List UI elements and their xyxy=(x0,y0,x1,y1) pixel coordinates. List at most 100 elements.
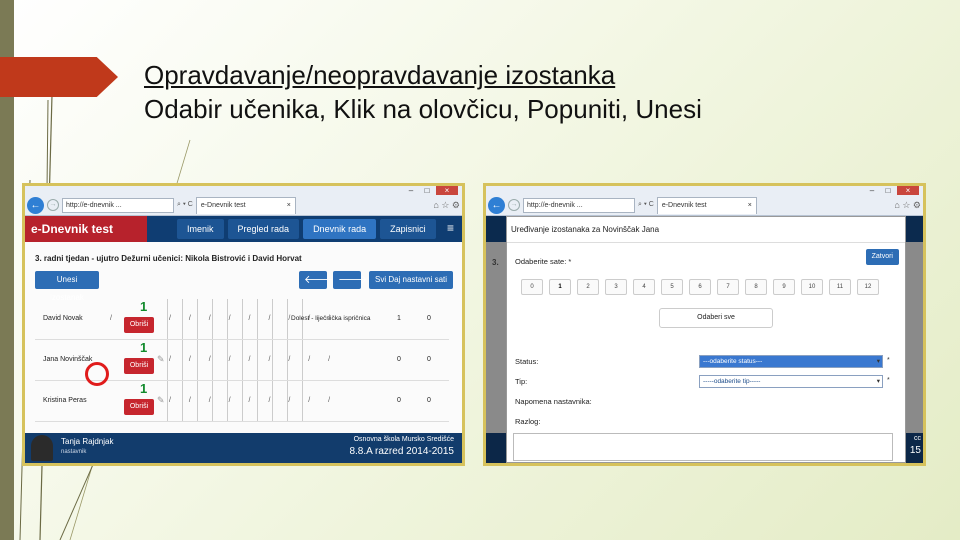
dimmed-week-number: 3. xyxy=(492,258,499,267)
browser-tab[interactable]: e-Dnevnik test × xyxy=(656,196,757,214)
period-selector: 0 1 2 3 4 5 6 7 8 9 10 11 12 xyxy=(521,279,879,295)
table-row[interactable]: David Novak / 1 Obriši / / / / / / / / /… xyxy=(35,299,449,340)
excused-count: 0 xyxy=(397,356,401,363)
tab-title: e-Dnevnik test xyxy=(661,201,707,209)
school-name: Osnovna škola Mursko Središće xyxy=(353,436,454,443)
status-select-value: ---odaberite status--- xyxy=(703,358,763,365)
browser-bar: – □ × ← → http://e-dnevnik ... ⌕ ▾ C e-D… xyxy=(25,186,462,216)
status-label: Status: xyxy=(515,357,539,366)
toolbar-icons[interactable]: ⌂ ☆ ⚙ xyxy=(894,200,921,211)
row-mark: / xyxy=(110,315,112,322)
title-line-2: Odabir učenika, Klik na olovčicu, Popuni… xyxy=(144,94,702,124)
period-button-selected[interactable]: 1 xyxy=(549,279,571,295)
period-button[interactable]: 10 xyxy=(801,279,823,295)
hamburger-menu-icon[interactable]: ≡ xyxy=(447,221,454,235)
nav-dnevnik-rada[interactable]: Dnevnik rada xyxy=(303,219,377,239)
back-icon[interactable]: ← xyxy=(488,196,505,214)
browser-tab[interactable]: e-Dnevnik test × xyxy=(195,196,296,214)
maximize-icon[interactable]: □ xyxy=(420,186,434,195)
app-footer: Tanja Rajdnjak nastavnik Osnovna škola M… xyxy=(25,433,462,463)
period-button[interactable]: 3 xyxy=(605,279,627,295)
select-all-button[interactable]: Odaberi sve xyxy=(659,308,773,328)
address-bar[interactable]: http://e-dnevnik ... xyxy=(62,197,174,213)
modal-title: Uređivanje izostanaka za Novinščak Jana xyxy=(511,225,660,234)
title-line-1: Opravdavanje/neopravdavanje izostanka xyxy=(144,60,616,90)
tip-select[interactable]: -----odaberite tip----- ▾ xyxy=(699,375,883,388)
forward-icon[interactable]: → xyxy=(508,199,520,211)
delete-button[interactable]: Obriši xyxy=(124,399,154,415)
period-button[interactable]: 6 xyxy=(689,279,711,295)
period-button[interactable]: 9 xyxy=(773,279,795,295)
highlight-circle xyxy=(85,362,109,386)
toolbar-icons[interactable]: ⌂ ☆ ⚙ xyxy=(433,200,460,211)
close-modal-button[interactable]: Zatvori xyxy=(865,249,899,265)
reason-label: Razlog: xyxy=(515,417,541,426)
absence-count: 1 xyxy=(140,299,148,314)
class-name: 8.8.A razred 2014-2015 xyxy=(349,446,454,457)
delete-button[interactable]: Obriši xyxy=(124,317,154,333)
nav-pregled-rada[interactable]: Pregled rada xyxy=(227,219,300,239)
browser-nav-row: ← → http://e-dnevnik ... ⌕ ▾ C e-Dnevnik… xyxy=(27,196,460,214)
delete-button[interactable]: Obriši xyxy=(124,358,154,374)
week-title: 3. radni tjedan - ujutro Dežurni učenici… xyxy=(35,254,302,263)
app-header: e-Dnevnik test Imenik Pregled rada Dnevn… xyxy=(25,216,462,242)
period-marks: / / / / / / / / / xyxy=(169,397,339,404)
tab-close-icon[interactable]: × xyxy=(287,198,291,214)
student-name: David Novak xyxy=(43,315,83,322)
search-icon[interactable]: ⌕ ▾ C xyxy=(638,201,654,209)
pencil-icon[interactable]: ✎ xyxy=(157,395,165,406)
maximize-icon[interactable]: □ xyxy=(881,186,895,195)
student-name: Kristina Peras xyxy=(43,397,87,404)
period-button[interactable]: 12 xyxy=(857,279,879,295)
period-button[interactable]: 8 xyxy=(745,279,767,295)
period-button[interactable]: 4 xyxy=(633,279,655,295)
tab-title: e-Dnevnik test xyxy=(200,201,246,209)
period-button[interactable]: 0 xyxy=(521,279,543,295)
excused-count: 1 xyxy=(397,315,401,322)
window-controls: – □ × xyxy=(863,186,919,195)
period-button[interactable]: 2 xyxy=(577,279,599,295)
absence-table: David Novak / 1 Obriši / / / / / / / / /… xyxy=(35,299,449,422)
address-bar[interactable]: http://e-dnevnik ... xyxy=(523,197,635,213)
period-button[interactable]: 11 xyxy=(829,279,851,295)
forward-icon[interactable]: → xyxy=(47,199,59,211)
avatar xyxy=(31,435,53,461)
unexcused-count: 0 xyxy=(427,397,431,404)
next-arrow-icon[interactable]: 🡒 xyxy=(333,271,368,289)
minimize-icon[interactable]: – xyxy=(404,186,418,195)
close-icon[interactable]: × xyxy=(897,186,919,195)
chevron-down-icon: ▾ xyxy=(876,378,880,385)
teacher-name: Tanja Rajdnjak xyxy=(61,437,114,446)
periods-label: Odaberite sate: * xyxy=(515,257,572,266)
required-mark: * xyxy=(887,377,890,384)
all-lessons-button[interactable]: Svi Daj nastavni sati xyxy=(369,271,453,289)
reason-textarea[interactable] xyxy=(513,433,893,461)
red-arrow-marker xyxy=(0,57,118,97)
nav-zapisnici[interactable]: Zapisnici xyxy=(380,219,436,239)
period-button[interactable]: 7 xyxy=(717,279,739,295)
status-select[interactable]: ---odaberite status--- ▾ xyxy=(699,355,883,368)
tab-close-icon[interactable]: × xyxy=(748,198,752,214)
unexcused-count: 0 xyxy=(427,315,431,322)
prev-arrow-icon[interactable]: 🡐 xyxy=(299,271,334,289)
tip-label: Tip: xyxy=(515,377,528,386)
dimmed-year-fragment: 15 xyxy=(909,445,921,456)
pencil-icon[interactable]: ✎ xyxy=(157,354,165,365)
unesi-izostanak-button[interactable]: Unesi izostanak xyxy=(35,271,99,302)
screenshot-edit-absence-modal: – □ × ← → http://e-dnevnik ... ⌕ ▾ C e-D… xyxy=(483,183,926,466)
app-content: 3. radni tjedan - ujutro Dežurni učenici… xyxy=(25,242,462,442)
edit-absence-modal: Uređivanje izostanaka za Novinščak Jana … xyxy=(506,216,906,463)
absence-reason: Dolest - liječnička ispričnica xyxy=(291,315,371,322)
close-icon[interactable]: × xyxy=(436,186,458,195)
browser-nav-row: ← → http://e-dnevnik ... ⌕ ▾ C e-Dnevnik… xyxy=(488,196,921,214)
absence-count: 1 xyxy=(140,340,148,355)
unexcused-count: 0 xyxy=(427,356,431,363)
minimize-icon[interactable]: – xyxy=(865,186,879,195)
table-row[interactable]: Kristina Peras 1 Obriši ✎ / / / / / / / … xyxy=(35,381,449,422)
nav-imenik[interactable]: Imenik xyxy=(177,219,224,239)
back-icon[interactable]: ← xyxy=(27,196,44,214)
period-button[interactable]: 5 xyxy=(661,279,683,295)
screenshot-class-register: – □ × ← → http://e-dnevnik ... ⌕ ▾ C e-D… xyxy=(22,183,465,466)
required-mark: * xyxy=(887,357,890,364)
search-icon[interactable]: ⌕ ▾ C xyxy=(177,201,193,209)
